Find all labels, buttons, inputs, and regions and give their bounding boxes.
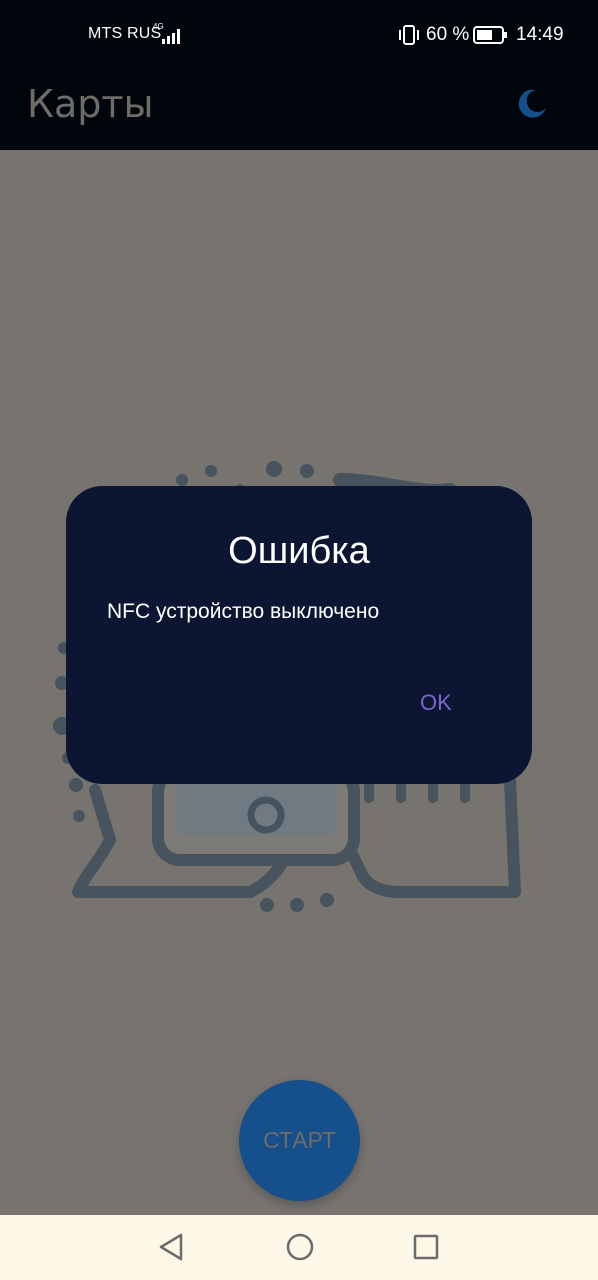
battery-percent: 60 % bbox=[426, 24, 470, 45]
status-bar: MTS RUS 4G 60 % 14:49 bbox=[0, 0, 598, 68]
start-button-label: СТАРТ bbox=[263, 1127, 336, 1153]
dialog-message: NFC устройство выключено bbox=[107, 600, 380, 623]
back-icon[interactable] bbox=[157, 1232, 185, 1262]
home-icon[interactable] bbox=[285, 1232, 315, 1262]
start-button[interactable]: СТАРТ bbox=[239, 1080, 360, 1201]
dialog-title: Ошибка bbox=[228, 530, 370, 572]
battery-icon bbox=[473, 26, 507, 44]
recent-apps-icon[interactable] bbox=[413, 1234, 439, 1260]
app-title: Карты bbox=[27, 82, 154, 126]
ok-button[interactable]: OK bbox=[420, 690, 452, 716]
signal-icon bbox=[162, 29, 180, 44]
app-bar: Карты bbox=[0, 68, 598, 150]
error-dialog: Ошибка NFC устройство выключено OK bbox=[66, 486, 532, 784]
vibrate-icon bbox=[399, 25, 419, 45]
moon-icon[interactable] bbox=[514, 86, 550, 122]
clock: 14:49 bbox=[516, 24, 564, 45]
navigation-bar bbox=[0, 1215, 598, 1280]
carrier-name: MTS RUS bbox=[88, 25, 162, 42]
